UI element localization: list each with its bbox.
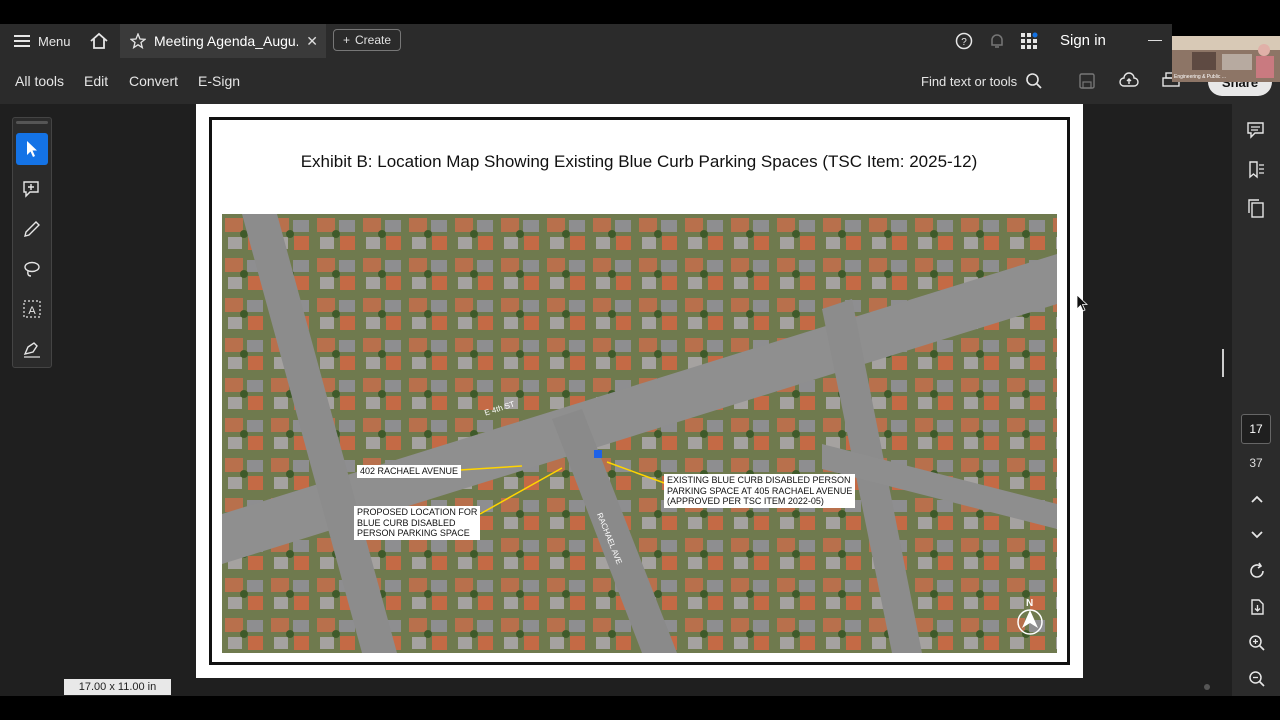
comment-add-icon bbox=[23, 181, 39, 198]
home-icon bbox=[90, 32, 108, 49]
help-icon[interactable]: ? bbox=[955, 32, 973, 50]
text-select-tool[interactable]: A bbox=[16, 293, 48, 325]
add-comment-tool[interactable] bbox=[16, 173, 48, 205]
aerial-map-image: 402 RACHAEL AVENUE PROPOSED LOCATION FOR… bbox=[222, 214, 1057, 653]
page-number-input[interactable]: 17 bbox=[1241, 414, 1271, 444]
create-label: Create bbox=[354, 33, 392, 47]
menu-button[interactable]: Menu bbox=[14, 24, 71, 58]
create-button[interactable]: + Create bbox=[333, 29, 401, 51]
svg-text:A: A bbox=[28, 305, 36, 317]
lasso-tool[interactable] bbox=[16, 253, 48, 285]
scrollbar-thumb[interactable] bbox=[1222, 349, 1224, 377]
edit-button[interactable]: Edit bbox=[84, 58, 108, 104]
pages-thumbnail-icon[interactable] bbox=[1246, 198, 1266, 218]
find-text-or-tools[interactable]: Find text or tools bbox=[921, 58, 1043, 104]
home-button[interactable] bbox=[86, 24, 112, 58]
minimize-icon[interactable] bbox=[1148, 40, 1162, 41]
hamburger-icon bbox=[14, 35, 30, 47]
esign-button[interactable]: E-Sign bbox=[198, 58, 240, 104]
plus-icon: + bbox=[342, 33, 350, 47]
tab-title: Meeting Agenda_Augu... bbox=[154, 33, 299, 49]
pen-sign-icon bbox=[23, 342, 40, 358]
label-existing-blue-curb: EXISTING BLUE CURB DISABLED PERSON PARKI… bbox=[664, 474, 856, 508]
document-tab[interactable]: Meeting Agenda_Augu... ✕ bbox=[120, 24, 326, 58]
exhibit-title: Exhibit B: Location Map Showing Existing… bbox=[300, 152, 978, 171]
sign-tool[interactable] bbox=[16, 333, 48, 365]
select-tool-button[interactable] bbox=[16, 133, 48, 165]
cursor-icon bbox=[27, 141, 37, 157]
extract-page-icon[interactable] bbox=[1248, 598, 1266, 616]
label-402-rachael: 402 RACHAEL AVENUE bbox=[357, 465, 462, 478]
svg-text:?: ? bbox=[961, 37, 967, 48]
close-tab-icon[interactable]: ✕ bbox=[306, 33, 318, 50]
bookmarks-icon[interactable] bbox=[1246, 160, 1266, 180]
star-icon[interactable] bbox=[130, 33, 146, 49]
horizontal-scroll-indicator[interactable] bbox=[1204, 684, 1210, 690]
menu-label: Menu bbox=[38, 33, 71, 49]
zoom-out-icon[interactable] bbox=[1248, 670, 1266, 688]
apps-grid-icon[interactable] bbox=[1020, 32, 1038, 50]
status-bar bbox=[0, 678, 1232, 696]
upload-cloud-icon[interactable] bbox=[1119, 71, 1139, 91]
next-page-icon[interactable] bbox=[1249, 526, 1265, 542]
zoom-in-icon[interactable] bbox=[1248, 634, 1266, 652]
mouse-cursor-icon bbox=[1076, 294, 1088, 312]
label-proposed-location: PROPOSED LOCATION FOR BLUE CURB DISABLED… bbox=[354, 506, 481, 540]
rotate-icon[interactable] bbox=[1248, 562, 1266, 580]
north-arrow-label: N bbox=[1026, 598, 1034, 609]
comments-icon[interactable] bbox=[1246, 120, 1266, 140]
sign-in-button[interactable]: Sign in bbox=[1060, 32, 1106, 49]
lasso-icon bbox=[24, 261, 40, 277]
bell-icon[interactable] bbox=[988, 32, 1006, 50]
panel-grip[interactable] bbox=[16, 121, 48, 124]
save-icon[interactable] bbox=[1078, 72, 1096, 90]
find-label: Find text or tools bbox=[921, 73, 1018, 89]
all-tools-button[interactable]: All tools bbox=[15, 58, 64, 104]
video-label: Engineering & Public ... bbox=[1174, 74, 1226, 80]
previous-page-icon[interactable] bbox=[1249, 492, 1265, 508]
text-box-icon: A bbox=[23, 300, 41, 318]
draw-tool[interactable] bbox=[16, 213, 48, 245]
page-size-label: 17.00 x 11.00 in bbox=[64, 679, 171, 695]
total-pages: 37 bbox=[1249, 456, 1263, 470]
search-icon bbox=[1026, 73, 1042, 89]
pencil-icon bbox=[24, 221, 40, 237]
convert-button[interactable]: Convert bbox=[129, 58, 178, 104]
